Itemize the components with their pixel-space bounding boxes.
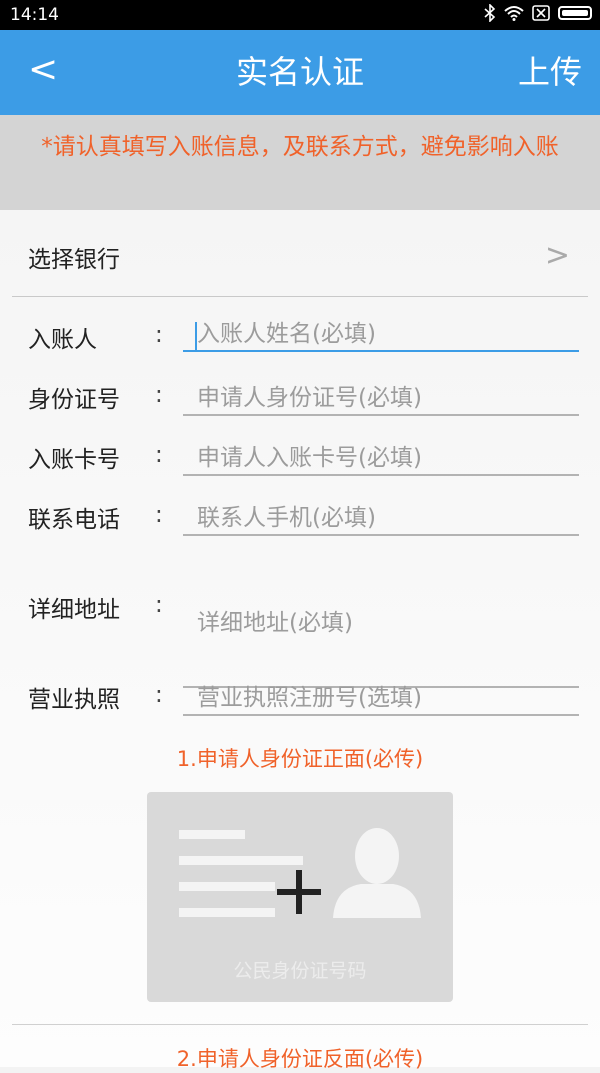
- field-colon: :: [155, 322, 163, 348]
- status-time: 14:14: [10, 5, 59, 25]
- select-bank-label: 选择银行: [28, 247, 120, 273]
- person-silhouette-icon: [333, 828, 421, 918]
- field-label: 详细地址: [28, 597, 120, 623]
- page-title: 实名认证: [235, 53, 364, 91]
- field-label: 联系电话: [28, 507, 120, 533]
- payee-name-input[interactable]: [183, 318, 579, 352]
- bluetooth-icon: [484, 4, 496, 22]
- card-line: [179, 856, 303, 865]
- upload-front-label: 1.申请人身份证正面(必传): [176, 747, 424, 771]
- id-front-upload-card[interactable]: 公民身份证号码: [147, 792, 453, 1002]
- no-sim-icon: [532, 5, 550, 21]
- field-colon: :: [155, 382, 163, 408]
- status-bar: 14:14: [0, 0, 600, 30]
- field-colon: :: [155, 442, 163, 468]
- upload-back-label: 2.申请人身份证反面(必传): [176, 1047, 424, 1071]
- plus-icon: [277, 870, 321, 914]
- field-colon: :: [155, 592, 163, 618]
- battery-icon: [558, 6, 592, 20]
- field-label: 身份证号: [28, 387, 120, 413]
- app-bar: < 实名认证 上传: [0, 30, 600, 115]
- card-caption: 公民身份证号码: [233, 960, 367, 982]
- business-license-input[interactable]: [183, 682, 579, 716]
- field-colon: :: [155, 682, 163, 708]
- wifi-icon: [504, 6, 524, 21]
- divider: [12, 1024, 588, 1025]
- field-label: 入账卡号: [28, 447, 120, 473]
- address-input[interactable]: [183, 590, 579, 688]
- card-line: [179, 830, 245, 839]
- upload-button[interactable]: 上传: [518, 52, 582, 92]
- select-bank-row[interactable]: 选择银行 >: [12, 212, 588, 297]
- text-caret: [195, 322, 197, 350]
- status-icons: [484, 4, 592, 22]
- field-label: 营业执照: [28, 687, 120, 713]
- chevron-right-icon: >: [544, 238, 570, 273]
- card-line: [179, 908, 275, 917]
- id-number-input[interactable]: [183, 382, 579, 416]
- card-number-input[interactable]: [183, 442, 579, 476]
- card-line: [179, 882, 275, 891]
- notice-banner: *请认真填写入账信息，及联系方式，避免影响入账: [0, 115, 600, 210]
- phone-input[interactable]: [183, 502, 579, 536]
- field-label: 入账人: [28, 327, 97, 353]
- field-colon: :: [155, 502, 163, 528]
